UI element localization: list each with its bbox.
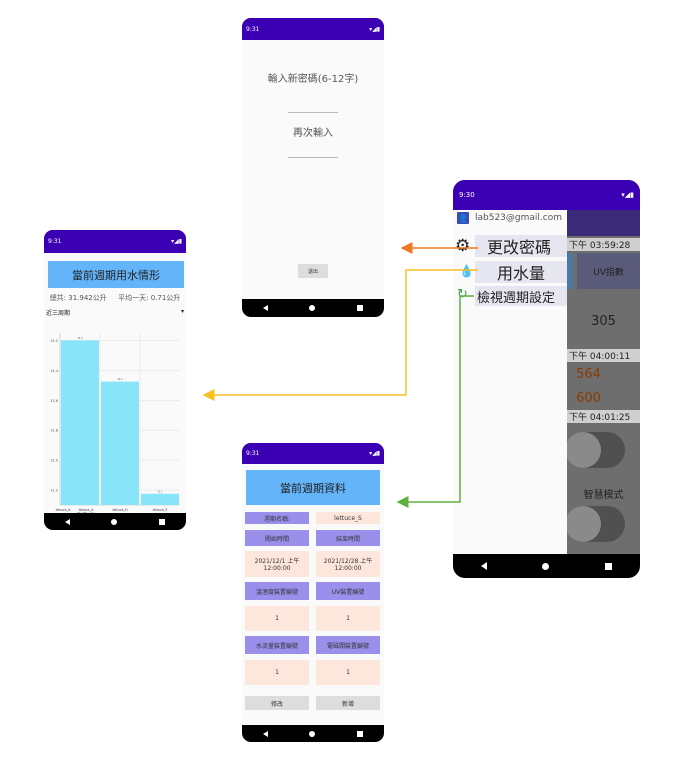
flow-arrows — [202, 242, 478, 508]
arrow-to-data — [396, 295, 474, 508]
arrow-to-water — [202, 269, 478, 401]
